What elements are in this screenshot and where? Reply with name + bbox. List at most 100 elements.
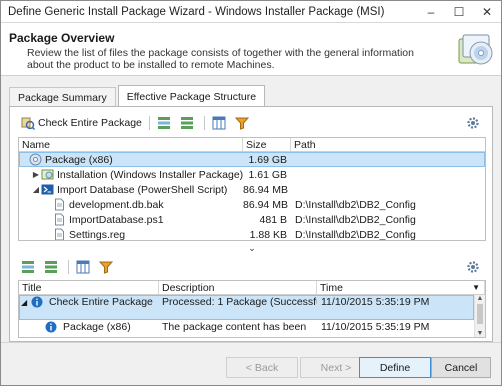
- structure-grid-header: Name Size Path: [19, 138, 485, 152]
- structure-row[interactable]: Package (x86) 1.69 GB: [19, 152, 485, 167]
- scroll-up-icon[interactable]: ▲: [475, 295, 485, 302]
- structure-item-size: 86.94 MB: [243, 183, 288, 196]
- structure-row[interactable]: Settings.reg 1.88 KB D:\Install\db2\DB2_Co…: [19, 227, 485, 241]
- structure-cell-name: Settings.reg: [19, 228, 243, 241]
- file-icon: [53, 198, 66, 211]
- cancel-button[interactable]: Cancel: [431, 357, 491, 378]
- log-time-text: 11/10/2015 5:35:19 PM: [321, 321, 430, 333]
- filter-icon: [234, 117, 249, 130]
- structure-item-path: D:\Install\db2\DB2_Config: [295, 213, 416, 226]
- structure-cell-name: ▶ Installation (Windows Installer Package…: [19, 168, 243, 181]
- powershell-icon: [41, 183, 54, 196]
- expander-icon[interactable]: ◢: [21, 298, 31, 307]
- panel-splitter[interactable]: ⌄: [18, 243, 486, 253]
- check-entire-package-label: Check Entire Package: [38, 117, 142, 129]
- toolbar-separator: [68, 260, 69, 274]
- gear-icon: [467, 117, 479, 129]
- maximize-button[interactable]: ☐: [445, 1, 473, 23]
- title-bar: Define Generic Install Package Wizard - …: [1, 1, 501, 23]
- structure-item-path: D:\Install\db2\DB2_Config: [295, 228, 416, 241]
- structure-cell-name: Package (x86): [19, 153, 243, 166]
- structure-item-size: 1.69 GB: [248, 153, 287, 166]
- log-filter-button[interactable]: [96, 257, 119, 277]
- log-row[interactable]: ◢ Check Entire Package Processed: 1 Packag…: [19, 295, 474, 320]
- structure-item-name: Package (x86): [45, 153, 113, 166]
- close-button[interactable]: ✕: [473, 1, 501, 23]
- log-title-text: Package (x86): [63, 321, 131, 333]
- log-description-text: The package content has been: [162, 321, 307, 333]
- structure-item-size: 1.61 GB: [248, 168, 287, 181]
- back-button[interactable]: < Back: [226, 357, 298, 378]
- column-header-description[interactable]: Description: [159, 281, 317, 294]
- column-header-path[interactable]: Path: [291, 138, 485, 151]
- wizard-window: Define Generic Install Package Wizard - …: [0, 0, 502, 386]
- structure-item-name: development.db.bak: [69, 198, 164, 211]
- expand-all-icon: [22, 261, 34, 273]
- log-time-text: 11/10/2015 5:35:19 PM: [321, 296, 430, 308]
- wizard-button-bar: < Back Next > Define Cancel: [1, 342, 501, 385]
- collapse-all-button[interactable]: [177, 113, 200, 133]
- log-grid-header: Title Description Time ▼: [19, 281, 485, 295]
- structure-row[interactable]: ImportDatabase.ps1 481 B D:\Install\db2\DB…: [19, 212, 485, 227]
- structure-item-size: 1.88 KB: [249, 228, 287, 241]
- structure-toolbar: Check Entire Package: [18, 113, 486, 133]
- column-header-time[interactable]: Time ▼: [317, 281, 485, 294]
- structure-item-path: D:\Install\db2\DB2_Config: [295, 198, 416, 211]
- log-title-text: Check Entire Package: [49, 296, 153, 308]
- log-row[interactable]: Package (x86) The package content has bee…: [19, 320, 474, 334]
- check-package-icon: [21, 117, 35, 130]
- toolbar-separator: [148, 116, 150, 130]
- structure-item-name: ImportDatabase.ps1: [69, 213, 164, 226]
- installer-icon: [41, 168, 54, 181]
- tab-package-summary[interactable]: Package Summary: [9, 87, 116, 107]
- tab-panel: Check Entire Package Name Size Path Pack…: [9, 106, 493, 342]
- structure-item-size: 481 B: [259, 213, 287, 226]
- tab-strip: Package Summary Effective Package Struct…: [9, 85, 267, 107]
- log-scrollbar[interactable]: ▲ ▼: [474, 295, 485, 337]
- structure-cell-name: ImportDatabase.ps1: [19, 213, 243, 226]
- define-button[interactable]: Define: [359, 357, 431, 378]
- info-icon: [45, 321, 57, 333]
- structure-item-name: Import Database (PowerShell Script): [57, 183, 228, 196]
- structure-row[interactable]: ◢ Import Database (PowerShell Script) 86.9…: [19, 182, 485, 197]
- package-structure-grid: Name Size Path Package (x86) 1.69 GB ▶ Inst…: [18, 137, 486, 241]
- expand-all-icon: [157, 117, 170, 129]
- structure-cell-name: ◢ Import Database (PowerShell Script): [19, 183, 243, 196]
- minimize-button[interactable]: –: [417, 1, 445, 23]
- log-cell-title: Package (x86): [19, 320, 159, 333]
- log-collapse-all-button[interactable]: [41, 257, 64, 277]
- sort-down-icon: ▼: [472, 283, 480, 292]
- scroll-down-icon[interactable]: ▼: [475, 330, 485, 337]
- filter-button[interactable]: [232, 113, 255, 133]
- structure-row[interactable]: ▶ Installation (Windows Installer Package…: [19, 167, 485, 182]
- structure-row[interactable]: development.db.bak 86.94 MB D:\Install\db2…: [19, 197, 485, 212]
- column-header-title[interactable]: Title: [19, 281, 159, 294]
- check-entire-package-button[interactable]: Check Entire Package: [18, 113, 145, 133]
- structure-cell-name: development.db.bak: [19, 198, 243, 211]
- scroll-thumb[interactable]: [477, 304, 483, 324]
- expander-icon[interactable]: ◢: [31, 185, 41, 194]
- column-header-name[interactable]: Name: [19, 138, 243, 151]
- log-settings-button[interactable]: [463, 257, 486, 277]
- wizard-header: Package Overview Review the list of file…: [1, 23, 501, 76]
- settings-button[interactable]: [463, 113, 486, 133]
- expander-icon[interactable]: ▶: [31, 170, 41, 179]
- column-header-size[interactable]: Size: [243, 138, 291, 151]
- check-results-grid: Title Description Time ▼ ◢ Check Entire P…: [18, 280, 486, 338]
- tab-effective-package-structure[interactable]: Effective Package Structure: [117, 85, 266, 107]
- log-expand-all-button[interactable]: [18, 257, 41, 277]
- structure-rows: Package (x86) 1.69 GB ▶ Installation (Windo…: [19, 152, 485, 241]
- log-rows: ◢ Check Entire Package Processed: 1 Packag…: [19, 295, 485, 334]
- structure-item-name: Settings.reg: [69, 228, 126, 241]
- install-package-icon: [458, 34, 493, 65]
- filter-icon: [99, 261, 113, 274]
- file-icon: [53, 213, 66, 226]
- log-column-chooser-button[interactable]: [73, 257, 96, 277]
- expand-all-button[interactable]: [154, 113, 177, 133]
- column-chooser-button[interactable]: [209, 113, 232, 133]
- collapse-all-icon: [180, 117, 193, 129]
- gear-icon: [467, 261, 479, 273]
- columns-icon: [212, 116, 226, 130]
- column-header-time-label: Time: [320, 282, 343, 294]
- log-description-text: Processed: 1 Package (Successful: 1, War…: [162, 296, 317, 308]
